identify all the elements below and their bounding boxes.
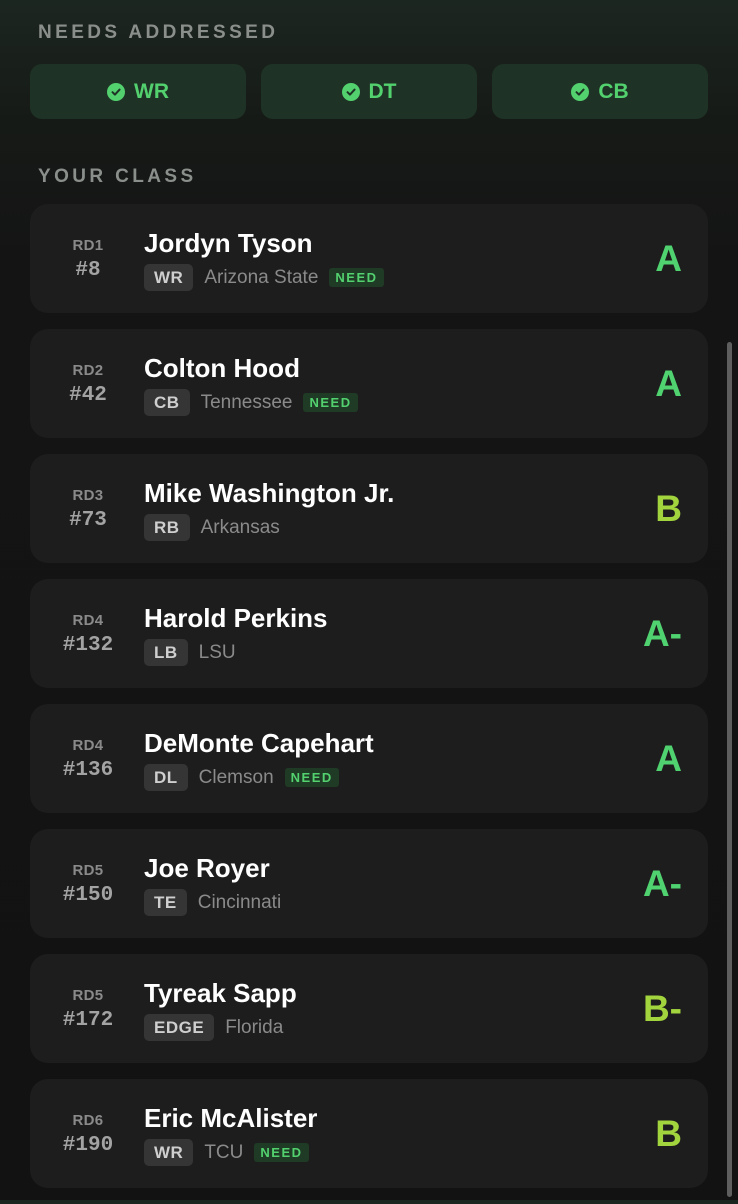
need-tag: NEED	[284, 768, 339, 787]
check-circle-icon	[107, 82, 125, 101]
position-badge: LB	[144, 639, 188, 666]
pick-card[interactable]: RD4 #132 Harold Perkins LB LSU A-	[30, 579, 708, 688]
need-chip-dt[interactable]: DT	[261, 64, 477, 119]
position-badge: TE	[144, 889, 187, 916]
pick-round: RD4	[72, 737, 104, 754]
need-chip-wr[interactable]: WR	[30, 64, 246, 119]
needs-addressed-heading: NEEDS ADDRESSED	[38, 22, 279, 43]
position-badge: CB	[144, 389, 190, 416]
pick-round: RD4	[72, 612, 104, 629]
pick-number: #172	[62, 1009, 114, 1032]
pick-card[interactable]: RD5 #150 Joe Royer TE Cincinnati A-	[30, 829, 708, 938]
pick-grade: A	[655, 237, 682, 279]
pick-round: RD5	[72, 862, 104, 879]
player-meta: TE Cincinnati	[144, 889, 281, 916]
your-class-heading: YOUR CLASS	[38, 166, 197, 187]
player-meta: RB Arkansas	[144, 514, 280, 541]
need-chip-label: CB	[598, 79, 629, 103]
player-meta: EDGE Florida	[144, 1014, 283, 1041]
needs-addressed-row: WR DT CB	[30, 64, 708, 119]
school-name: Clemson	[198, 766, 274, 788]
player-name: Eric McAlister	[144, 1103, 318, 1133]
player-name: Mike Washington Jr.	[144, 478, 395, 508]
pick-number: #190	[62, 1134, 114, 1157]
pick-number: #42	[69, 384, 107, 407]
pick-grade: A	[655, 362, 682, 404]
pick-card[interactable]: RD5 #172 Tyreak Sapp EDGE Florida B-	[30, 954, 708, 1063]
pick-grade: B	[655, 487, 682, 529]
pick-number: #73	[69, 509, 107, 532]
pick-round: RD2	[72, 362, 104, 379]
need-chip-label: DT	[368, 79, 397, 103]
pick-round: RD3	[72, 487, 104, 504]
draft-class-list: RD1 #8 Jordyn Tyson WR Arizona State NEE…	[30, 204, 708, 1204]
pick-round: RD6	[72, 1112, 104, 1129]
player-meta: WR TCU NEED	[144, 1139, 309, 1166]
position-badge: RB	[144, 514, 190, 541]
pick-grade: A	[655, 737, 682, 779]
pick-card[interactable]: RD1 #8 Jordyn Tyson WR Arizona State NEE…	[30, 204, 708, 313]
pick-number: #8	[75, 259, 101, 282]
school-name: Arkansas	[200, 516, 280, 538]
pick-round: RD5	[72, 987, 104, 1004]
player-meta: CB Tennessee NEED	[144, 389, 358, 416]
player-meta: WR Arizona State NEED	[144, 264, 384, 291]
pick-card[interactable]: RD4 #136 DeMonte Capehart DL Clemson NEE…	[30, 704, 708, 813]
school-name: Tennessee	[200, 391, 293, 413]
player-name: Harold Perkins	[144, 603, 328, 633]
school-name: Cincinnati	[197, 891, 282, 913]
position-badge: WR	[144, 1139, 194, 1166]
pick-grade: A-	[642, 862, 682, 904]
player-meta: DL Clemson NEED	[144, 764, 339, 791]
position-badge: DL	[144, 764, 188, 791]
position-badge: EDGE	[144, 1014, 215, 1041]
player-name: DeMonte Capehart	[144, 728, 374, 758]
school-name: Florida	[225, 1016, 284, 1038]
need-tag: NEED	[254, 1143, 309, 1162]
school-name: LSU	[198, 641, 236, 663]
need-tag: NEED	[303, 393, 358, 412]
need-chip-label: WR	[134, 79, 169, 103]
pick-number: #150	[62, 884, 114, 907]
need-tag: NEED	[329, 268, 384, 287]
scrollbar-thumb[interactable]	[727, 342, 732, 1197]
player-name: Joe Royer	[144, 853, 270, 883]
need-chip-cb[interactable]: CB	[492, 64, 708, 119]
pick-card[interactable]: RD2 #42 Colton Hood CB Tennessee NEED A	[30, 329, 708, 438]
pick-card[interactable]: RD3 #73 Mike Washington Jr. RB Arkansas …	[30, 454, 708, 563]
position-badge: WR	[144, 264, 194, 291]
pick-grade: B	[655, 1112, 682, 1154]
pick-round: RD1	[72, 237, 104, 254]
player-name: Tyreak Sapp	[144, 978, 297, 1008]
school-name: TCU	[204, 1141, 244, 1163]
pick-grade: A-	[642, 612, 682, 654]
player-name: Colton Hood	[144, 353, 300, 383]
pick-number: #136	[62, 759, 114, 782]
check-circle-icon	[341, 82, 360, 101]
pick-card[interactable]: RD6 #190 Eric McAlister WR TCU NEED B	[30, 1079, 708, 1188]
player-name: Jordyn Tyson	[144, 228, 313, 258]
school-name: Arizona State	[204, 266, 319, 288]
pick-number: #132	[62, 634, 114, 657]
check-circle-icon	[571, 82, 590, 101]
player-meta: LB LSU	[144, 639, 236, 666]
pick-grade: B-	[642, 987, 682, 1029]
